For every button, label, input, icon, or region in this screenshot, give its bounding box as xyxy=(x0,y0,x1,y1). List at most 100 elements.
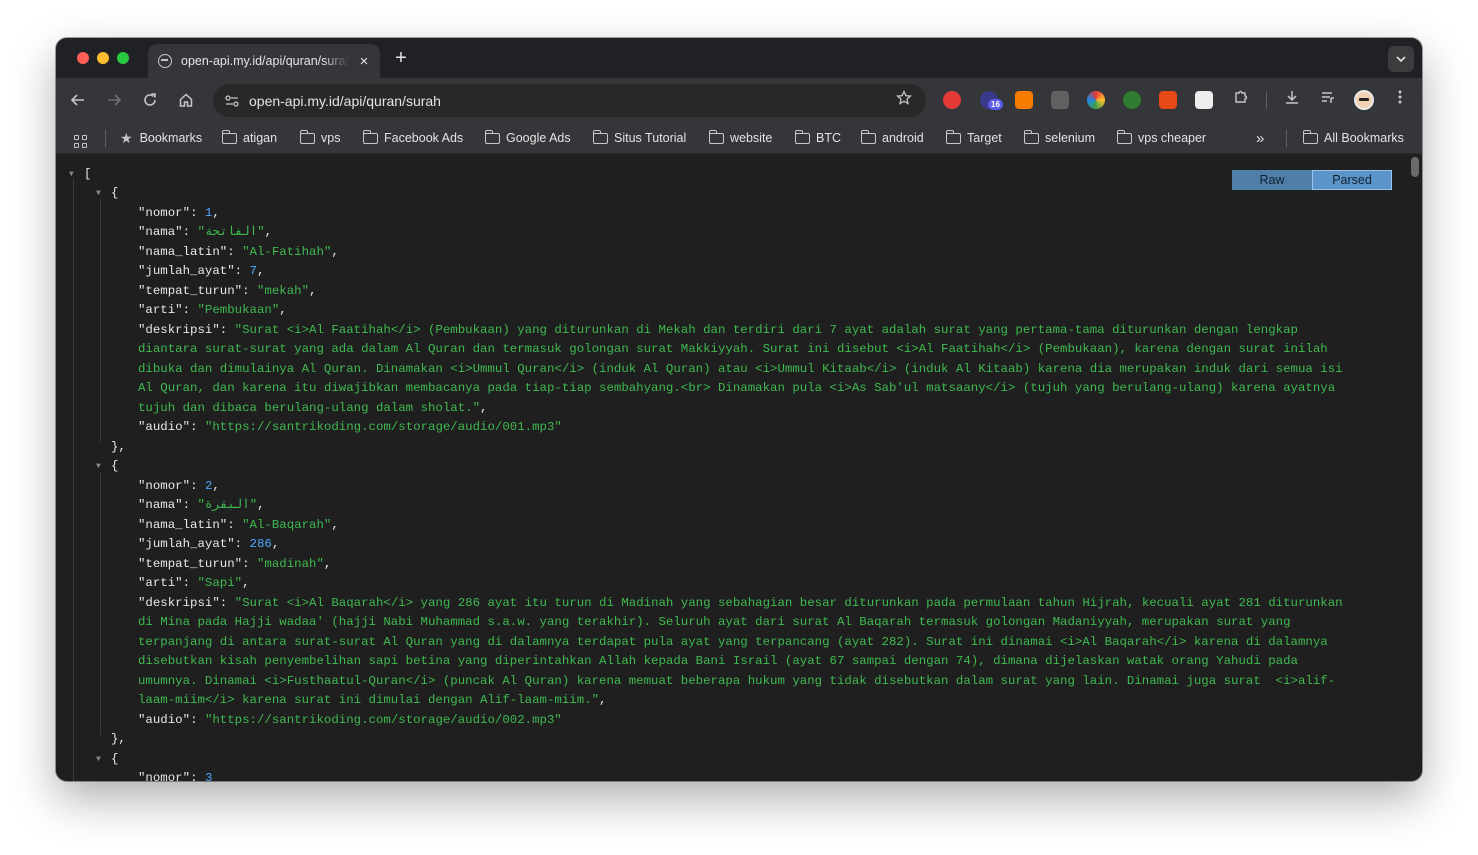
folder-icon xyxy=(708,129,724,144)
site-info-icon[interactable] xyxy=(222,91,242,111)
bookmarks-divider xyxy=(1286,130,1287,147)
back-arrow-icon[interactable] xyxy=(66,88,90,112)
json-string-continuation: diantara surat-surat yang ada dalam Al Q… xyxy=(138,342,1328,356)
bookmarks-overflow-button[interactable]: » xyxy=(1256,128,1264,148)
collapse-triangle[interactable]: ▼ xyxy=(96,457,101,477)
tab-close-button[interactable]: × xyxy=(355,53,373,70)
color-picker-icon[interactable] xyxy=(1087,91,1105,109)
avatar[interactable] xyxy=(1354,90,1374,110)
json-row-nama: "nama": "الفاتحة", xyxy=(138,225,273,239)
toolbar-divider xyxy=(1266,92,1267,109)
tab-strip: open-api.my.id/api/quran/surah × + xyxy=(56,38,1422,78)
hand-extension-icon[interactable] xyxy=(943,91,961,109)
collapse-triangle[interactable]: ▼ xyxy=(96,184,101,204)
bookmark-label: Target xyxy=(967,131,1002,145)
json-string-continuation: Al Quran, dan karena itu diwajibkan memb… xyxy=(138,381,1336,395)
kebab-menu-icon[interactable] xyxy=(1389,89,1411,110)
bookmark-folder-target[interactable]: Target xyxy=(945,128,1002,148)
download-icon[interactable] xyxy=(1281,89,1303,110)
url-text[interactable]: open-api.my.id/api/quran/surah xyxy=(249,93,896,109)
json-string: "mekah" xyxy=(256,284,310,298)
office-extension-icon[interactable] xyxy=(1159,91,1177,109)
json-row-tempat-turun: "tempat_turun": "mekah", xyxy=(138,284,317,298)
json-key: "nama_latin" xyxy=(138,245,228,259)
indent-guide xyxy=(73,179,74,781)
puzzle-icon[interactable] xyxy=(1230,89,1252,110)
home-icon[interactable] xyxy=(174,88,198,112)
bookmarks-divider xyxy=(105,130,106,147)
bookmark-label: vps cheaper xyxy=(1138,131,1207,145)
active-tab[interactable]: open-api.my.id/api/quran/surah × xyxy=(148,44,380,78)
bookmark-folder-vps-cheaper[interactable]: vps cheaper xyxy=(1116,128,1207,148)
bookmark-folder-btc[interactable]: BTC xyxy=(794,128,841,148)
json-object-close: }, xyxy=(111,732,126,746)
json-string-continuation: tujuh dan dibaca berulang-ulang dalam sh… xyxy=(138,401,488,415)
reload-icon[interactable] xyxy=(138,88,162,112)
json-object-open: { xyxy=(111,752,119,766)
json-string-continuation: umumnya. Dinamai <i>Fusthaatul-Quran</i>… xyxy=(138,674,1336,688)
json-key: "nomor" xyxy=(138,479,191,493)
bookmark-folder-android[interactable]: android xyxy=(860,128,924,148)
folder-icon xyxy=(794,129,810,144)
json-string: "Surat <i>Al Faatihah</i> (Pembukaan) ya… xyxy=(234,323,1298,337)
bookmark-folder-facebook-ads[interactable]: Facebook Ads xyxy=(362,128,463,148)
qr-code-icon[interactable] xyxy=(1195,91,1213,109)
json-row-audio: "audio": "https://santrikoding.com/stora… xyxy=(138,420,562,434)
bookmark-folder-situs-tutorial[interactable]: Situs Tutorial xyxy=(592,128,686,148)
folder-icon xyxy=(592,129,608,144)
bookmark-folder-google-ads[interactable]: Google Ads xyxy=(484,128,571,148)
json-key: "nama" xyxy=(138,498,183,512)
extension-badge-icon[interactable]: 16 xyxy=(980,91,1003,110)
json-key: "deskripsi" xyxy=(138,323,220,337)
code-extension-icon[interactable] xyxy=(1051,91,1069,109)
folder-icon xyxy=(860,129,876,144)
apps-grid-icon[interactable] xyxy=(74,135,88,149)
globe-icon xyxy=(158,54,172,68)
star-icon[interactable] xyxy=(896,89,912,111)
folder-icon xyxy=(1023,129,1039,144)
json-number: 1 xyxy=(204,206,213,220)
json-key: "nama_latin" xyxy=(138,518,228,532)
close-window-button[interactable] xyxy=(77,52,89,64)
raw-button[interactable]: Raw xyxy=(1232,170,1312,190)
json-viewer: ▼ [ ▼ { "nomor": 1, "nama": "الفاتحة", "… xyxy=(56,155,1422,781)
maximize-window-button[interactable] xyxy=(117,52,129,64)
bookmark-folder-vps[interactable]: vps xyxy=(299,128,340,148)
json-number: 2 xyxy=(204,479,213,493)
json-key: "jumlah_ayat" xyxy=(138,264,235,278)
collapse-triangle[interactable]: ▼ xyxy=(69,165,74,185)
json-string-continuation: laam-miim</i> karena surat ini dimulai d… xyxy=(138,693,607,707)
reading-list-icon[interactable] xyxy=(1317,89,1339,110)
json-string: "Pembukaan" xyxy=(197,303,280,317)
folder-icon xyxy=(299,129,315,144)
bookmark-bookmarks[interactable]: ★ Bookmarks xyxy=(120,128,202,148)
extension-badge-count: 16 xyxy=(988,99,1003,110)
indent-guide xyxy=(100,472,101,735)
folder-icon xyxy=(362,129,378,144)
bookmark-folder-atigan[interactable]: atigan xyxy=(221,128,277,148)
forward-arrow-icon[interactable] xyxy=(102,88,126,112)
bookmark-folder-website[interactable]: website xyxy=(708,128,772,148)
bookmark-folder-selenium[interactable]: selenium xyxy=(1023,128,1095,148)
vertical-scrollbar[interactable] xyxy=(1411,157,1419,177)
json-row-jumlah-ayat: "jumlah_ayat": 7, xyxy=(138,264,265,278)
json-object-close: }, xyxy=(111,440,126,454)
all-bookmarks-button[interactable]: All Bookmarks xyxy=(1302,128,1404,148)
tab-search-button[interactable] xyxy=(1388,46,1414,72)
json-key: "arti" xyxy=(138,576,183,590)
new-tab-button[interactable]: + xyxy=(390,47,412,70)
json-string: laam-miim</i> karena surat ini dimulai d… xyxy=(138,693,600,707)
parsed-button[interactable]: Parsed xyxy=(1312,170,1392,190)
im-extension-icon[interactable] xyxy=(1123,91,1141,109)
collapse-triangle[interactable]: ▼ xyxy=(96,750,101,770)
rss-icon[interactable] xyxy=(1015,91,1033,109)
address-bar[interactable]: open-api.my.id/api/quran/surah xyxy=(213,84,926,117)
minimize-window-button[interactable] xyxy=(97,52,109,64)
json-row-audio: "audio": "https://santrikoding.com/stora… xyxy=(138,713,562,727)
json-string-continuation: dibuka dan dimulainya Al Quran. Dinamaka… xyxy=(138,362,1343,376)
json-string-continuation: terpanjang di antara surat-surat Al Qura… xyxy=(138,635,1328,649)
json-string: "Al-Fatihah" xyxy=(242,245,332,259)
json-number: 286 xyxy=(249,537,272,551)
json-number: 3 xyxy=(204,771,213,781)
bookmark-label: Bookmarks xyxy=(139,131,203,145)
